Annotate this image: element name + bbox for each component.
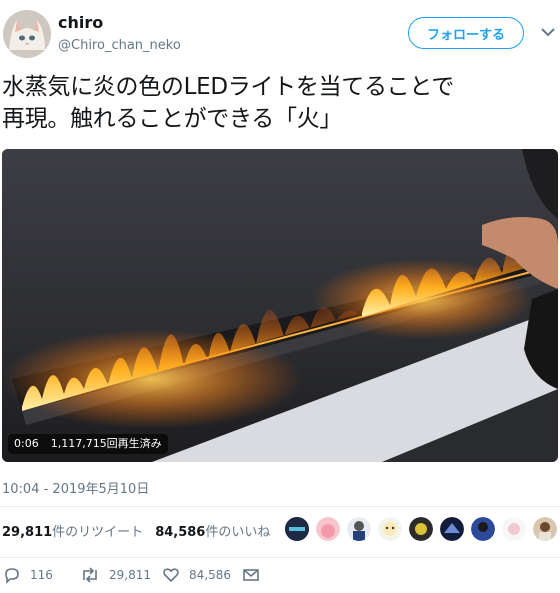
avatar-9-icon: [533, 517, 557, 541]
retweets-label: 件のリツイート: [52, 525, 144, 540]
liked-by-avatars: [284, 516, 558, 542]
liker-avatar[interactable]: [284, 516, 310, 542]
reply-icon: [5, 568, 19, 584]
likes-count: 84,586: [155, 525, 206, 540]
avatar-7-icon: [471, 517, 495, 541]
tweet-text-line: 水蒸気に炎の色のLEDライトを当てることで: [2, 74, 455, 100]
likes-label: 件のいいね: [205, 525, 271, 540]
avatar-8-icon: [502, 517, 526, 541]
avatar-6-icon: [440, 517, 464, 541]
liker-avatar[interactable]: [346, 516, 372, 542]
video-player[interactable]: 0:06 1,117,715回再生済み: [2, 149, 558, 462]
tweet-stats: 29,811件のリツイート 84,586件のいいね: [2, 521, 282, 540]
chevron-down-icon[interactable]: [540, 26, 556, 38]
tweet-actions: 116 29,811 84,586: [0, 566, 560, 590]
retweet-icon: [83, 567, 97, 583]
tweet-text-line: 再現。触れることができる「火」: [2, 106, 343, 132]
mail-icon: [243, 569, 259, 581]
retweets-count: 29,811: [2, 525, 53, 540]
divider: [0, 506, 560, 507]
user-handle[interactable]: @Chiro_chan_neko: [58, 38, 181, 53]
avatar-5-icon: [409, 517, 433, 541]
liker-avatar[interactable]: [470, 516, 496, 542]
liker-avatar[interactable]: [532, 516, 558, 542]
follow-button[interactable]: フォローする: [408, 17, 524, 49]
heart-icon: [163, 568, 179, 583]
retweet-button[interactable]: 29,811: [80, 566, 151, 584]
like-count: 84,586: [189, 568, 231, 582]
video-views: 1,117,715回再生済み: [50, 437, 162, 450]
like-stat[interactable]: 84,586件のいいね: [155, 521, 270, 540]
cat-avatar-icon: [3, 10, 51, 58]
avatar-1-icon: [285, 517, 309, 541]
liker-avatar[interactable]: [501, 516, 527, 542]
like-button[interactable]: 84,586: [162, 566, 231, 584]
video-elapsed: 0:06: [14, 437, 39, 450]
reply-count: 116: [30, 568, 53, 582]
liker-avatar[interactable]: [408, 516, 434, 542]
reply-button[interactable]: 116: [3, 566, 53, 584]
avatar[interactable]: [3, 10, 51, 58]
video-overlay: 0:06 1,117,715回再生済み: [8, 434, 168, 454]
avatar-3-icon: [347, 517, 371, 541]
tweet-text: 水蒸気に炎の色のLEDライトを当てることで 再現。触れることができる「火」: [2, 71, 558, 135]
divider: [0, 557, 560, 558]
retweet-stat[interactable]: 29,811件のリツイート: [2, 521, 143, 540]
liker-avatar[interactable]: [377, 516, 403, 542]
video-frame: [2, 149, 558, 462]
retweet-count: 29,811: [109, 568, 151, 582]
liker-avatar[interactable]: [315, 516, 341, 542]
avatar-2-icon: [316, 517, 340, 541]
liker-avatar[interactable]: [439, 516, 465, 542]
display-name[interactable]: chiro: [58, 13, 103, 32]
tweet-timestamp[interactable]: 10:04 - 2019年5月10日: [2, 478, 149, 497]
direct-message-button[interactable]: [242, 566, 260, 584]
avatar-4-icon: [378, 517, 402, 541]
